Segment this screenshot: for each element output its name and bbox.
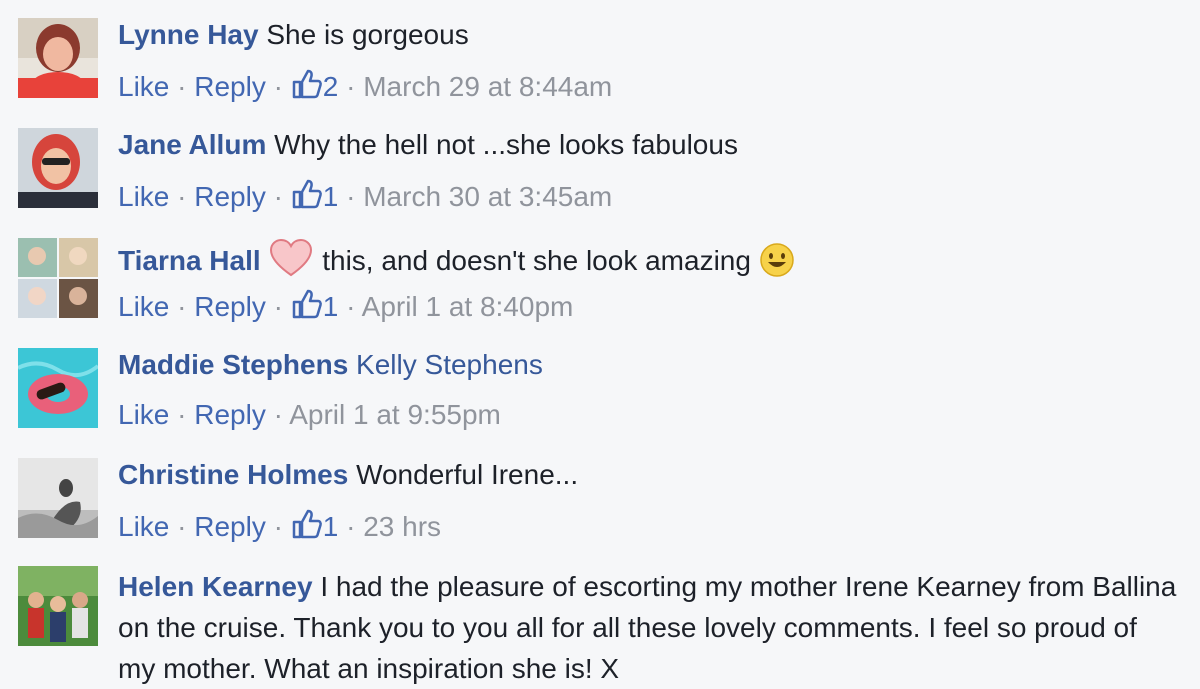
- reply-button[interactable]: Reply: [194, 291, 266, 322]
- commenter-name[interactable]: Jane Allum: [118, 129, 266, 160]
- separator-dot: ·: [177, 71, 187, 102]
- timestamp[interactable]: March 29 at 8:44am: [363, 71, 612, 102]
- commenter-name[interactable]: Helen Kearney: [118, 571, 313, 602]
- comment-actions: Like · Reply · 2 · March 29 at 8:44am: [118, 68, 612, 104]
- thumbs-up-icon: [292, 179, 322, 209]
- comment-body: Christine Holmes Wonderful Irene...: [118, 458, 578, 492]
- comment-actions: Like · Reply · 1 · March 30 at 3:45am: [118, 178, 612, 214]
- commenter-name[interactable]: Lynne Hay: [118, 19, 259, 50]
- reply-button[interactable]: Reply: [194, 71, 266, 102]
- comment-body: Maddie Stephens Kelly Stephens: [118, 348, 543, 382]
- like-button[interactable]: Like: [118, 181, 169, 212]
- comment-body: Tiarna Hall this, and doesn't she look a…: [118, 238, 795, 278]
- like-count-value: 1: [322, 511, 339, 542]
- avatar[interactable]: [18, 458, 98, 538]
- comment-actions: Like · Reply · 1 · 23 hrs: [118, 508, 441, 544]
- comment-actions: Like · Reply · 1 · April 1 at 8:40pm: [118, 288, 573, 324]
- separator-dot: ·: [273, 511, 283, 542]
- commenter-name[interactable]: Christine Holmes: [118, 459, 348, 490]
- timestamp[interactable]: April 1 at 9:55pm: [289, 399, 501, 430]
- separator-dot: ·: [273, 71, 283, 102]
- like-count[interactable]: 1: [291, 289, 346, 322]
- separator-dot: ·: [346, 511, 356, 542]
- tagged-user-link[interactable]: Kelly Stephens: [356, 349, 543, 380]
- thumbs-up-icon: [292, 509, 322, 539]
- comment-actions: Like · Reply · April 1 at 9:55pm: [118, 398, 501, 432]
- separator-dot: ·: [177, 399, 187, 430]
- like-button[interactable]: Like: [118, 71, 169, 102]
- like-button[interactable]: Like: [118, 399, 169, 430]
- separator-dot: ·: [177, 291, 187, 322]
- separator-dot: ·: [273, 181, 283, 212]
- avatar[interactable]: [18, 238, 98, 318]
- like-count-value: 1: [322, 291, 339, 322]
- avatar[interactable]: [18, 128, 98, 208]
- timestamp[interactable]: April 1 at 8:40pm: [362, 291, 574, 322]
- separator-dot: ·: [177, 511, 187, 542]
- reply-button[interactable]: Reply: [194, 511, 266, 542]
- reply-button[interactable]: Reply: [194, 181, 266, 212]
- comment-text: Why the hell not ...she looks fabulous: [274, 129, 738, 160]
- timestamp[interactable]: 23 hrs: [363, 511, 441, 542]
- separator-dot: ·: [346, 181, 356, 212]
- avatar[interactable]: [18, 348, 98, 428]
- avatar[interactable]: [18, 566, 98, 646]
- commenter-name[interactable]: Tiarna Hall: [118, 245, 261, 276]
- separator-dot: ·: [273, 399, 283, 430]
- avatar[interactable]: [18, 18, 98, 98]
- separator-dot: ·: [346, 291, 356, 322]
- commenter-name[interactable]: Maddie Stephens: [118, 349, 348, 380]
- comment-body: Jane Allum Why the hell not ...she looks…: [118, 128, 738, 162]
- thumbs-up-icon: [292, 69, 322, 99]
- like-count[interactable]: 2: [291, 69, 346, 102]
- heart-icon: [270, 238, 313, 277]
- like-button[interactable]: Like: [118, 291, 169, 322]
- comment-text: She is gorgeous: [266, 19, 469, 50]
- like-count[interactable]: 1: [291, 509, 346, 542]
- timestamp[interactable]: March 30 at 3:45am: [363, 181, 612, 212]
- comment-body: Helen Kearney I had the pleasure of esco…: [118, 566, 1178, 689]
- like-button[interactable]: Like: [118, 511, 169, 542]
- like-count[interactable]: 1: [291, 179, 346, 212]
- comment-text: this, and doesn't she look amazing: [322, 245, 751, 276]
- like-count-value: 2: [322, 71, 339, 102]
- separator-dot: ·: [273, 291, 283, 322]
- smile-emoji-icon: [759, 243, 794, 277]
- reply-button[interactable]: Reply: [194, 399, 266, 430]
- separator-dot: ·: [177, 181, 187, 212]
- thumbs-up-icon: [292, 289, 322, 319]
- comment-text: Wonderful Irene...: [356, 459, 579, 490]
- like-count-value: 1: [322, 181, 339, 212]
- comment-body: Lynne Hay She is gorgeous: [118, 18, 469, 52]
- separator-dot: ·: [346, 71, 356, 102]
